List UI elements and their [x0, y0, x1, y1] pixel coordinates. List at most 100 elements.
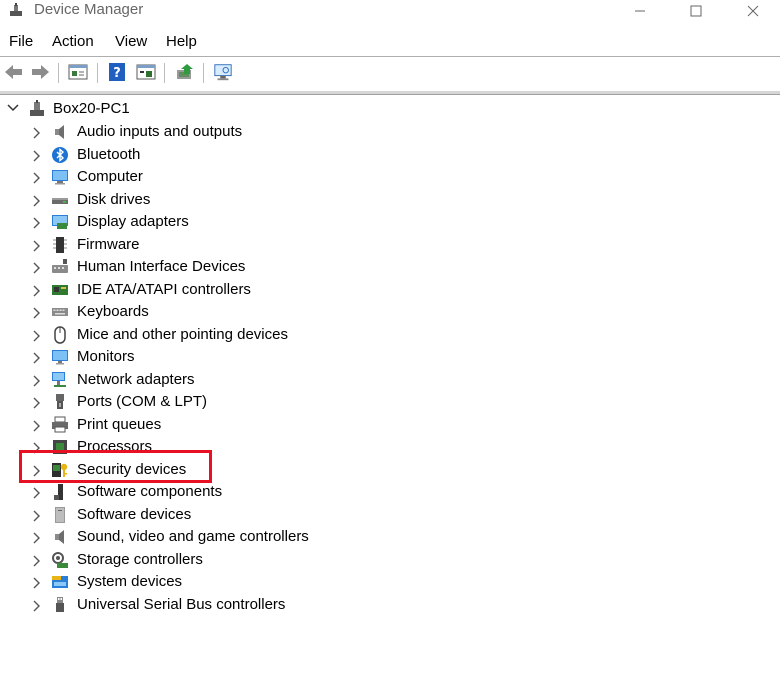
tree-node-human-interface-devices[interactable]: Human Interface Devices [0, 256, 780, 278]
close-button[interactable] [730, 0, 776, 22]
tree-node-label: Display adapters [77, 213, 189, 230]
bluetooth-icon [51, 146, 69, 164]
chevron-right-icon[interactable] [30, 261, 42, 275]
firmware-icon [51, 236, 69, 254]
software-component-icon [51, 483, 69, 501]
device-manager-app-icon [8, 2, 24, 18]
properties-icon[interactable] [68, 62, 88, 82]
port-icon [51, 393, 69, 411]
chevron-right-icon[interactable] [30, 351, 42, 365]
tree-node-universal-serial-bus-controllers[interactable]: Universal Serial Bus controllers [0, 594, 780, 616]
tree-root-label: Box20-PC1 [53, 100, 130, 117]
usb-icon [51, 596, 69, 614]
tree-node-label: Software components [77, 483, 223, 500]
ide-controller-icon [51, 281, 69, 299]
computer-tower-icon [28, 100, 46, 118]
toolbar: ? [0, 58, 780, 90]
chevron-right-icon[interactable] [30, 554, 42, 568]
tree-node-network-adapters[interactable]: Network adapters [0, 369, 780, 391]
menu-file[interactable]: File [9, 33, 33, 50]
scan-hardware-icon[interactable] [213, 62, 233, 82]
help-icon[interactable]: ? [107, 62, 127, 82]
chevron-right-icon[interactable] [30, 486, 42, 500]
network-adapter-icon [51, 371, 69, 389]
menu-help[interactable]: Help [166, 33, 197, 50]
mouse-icon [51, 325, 69, 344]
tree-node-label: Disk drives [77, 190, 151, 208]
chevron-right-icon[interactable] [30, 329, 42, 343]
storage-controller-icon [51, 551, 69, 569]
chevron-down-icon[interactable] [6, 101, 20, 115]
tree-node-label: System devices [77, 573, 183, 590]
toolbar-separator [164, 63, 165, 83]
tree-node-label: Bluetooth [77, 145, 141, 163]
tree-node-label: Universal Serial Bus controllers [77, 595, 286, 613]
tree-node-label: Network adapters [77, 370, 195, 388]
menu-view[interactable]: View [115, 33, 147, 50]
title-bar: Device Manager [0, 0, 780, 24]
chevron-right-icon[interactable] [30, 149, 42, 163]
tree-node-bluetooth[interactable]: Bluetooth [0, 144, 780, 166]
speaker-icon [51, 123, 69, 141]
chevron-right-icon[interactable] [30, 576, 42, 590]
chevron-right-icon[interactable] [30, 171, 42, 185]
tree-node-sound-video-and-game-controllers[interactable]: Sound, video and game controllers [0, 526, 780, 548]
toolbar-separator [58, 63, 59, 83]
tree-node-display-adapters[interactable]: Display adapters [0, 211, 780, 233]
tree-node-keyboards[interactable]: Keyboards [0, 301, 780, 323]
tree-node-mice-and-other-pointing-devices[interactable]: Mice and other pointing devices [0, 324, 780, 346]
tree-node-firmware[interactable]: Firmware [0, 234, 780, 256]
maximize-button[interactable] [673, 0, 719, 22]
tree-node-audio-inputs-and-outputs[interactable]: Audio inputs and outputs [0, 121, 780, 143]
chevron-right-icon[interactable] [30, 216, 42, 230]
chevron-right-icon[interactable] [30, 509, 42, 523]
tree-node-ports-com-lpt[interactable]: Ports (COM & LPT) [0, 391, 780, 413]
display-adapter-icon [51, 213, 69, 231]
forward-icon[interactable] [30, 62, 50, 82]
back-icon[interactable] [4, 62, 24, 82]
toolbar-separator [97, 63, 98, 83]
system-device-icon [51, 573, 69, 591]
chevron-right-icon[interactable] [30, 396, 42, 410]
menu-action[interactable]: Action [52, 33, 94, 50]
sound-controller-icon [51, 528, 69, 546]
tree-node-label: Keyboards [77, 303, 149, 320]
chevron-right-icon[interactable] [30, 531, 42, 545]
tree-node-print-queues[interactable]: Print queues [0, 414, 780, 436]
tree-node-monitors[interactable]: Monitors [0, 346, 780, 368]
tree-node-software-devices[interactable]: Software devices [0, 504, 780, 526]
tree-node-label: Firmware [77, 235, 140, 253]
tree-node-disk-drives[interactable]: Disk drives [0, 189, 780, 211]
toolbar-border [0, 91, 780, 95]
chevron-right-icon[interactable] [30, 194, 42, 208]
tree-node-label: IDE ATA/ATAPI controllers [77, 280, 251, 298]
tree-node-label: Print queues [77, 415, 162, 433]
keyboard-icon [51, 303, 69, 321]
toolbar-separator [203, 63, 204, 83]
chevron-right-icon[interactable] [30, 374, 42, 388]
device-list-icon[interactable] [136, 62, 156, 82]
tree-node-software-components[interactable]: Software components [0, 481, 780, 503]
software-device-icon [51, 506, 69, 524]
disk-drive-icon [51, 191, 69, 209]
minimize-button[interactable] [617, 0, 663, 22]
window-title: Device Manager [34, 1, 144, 18]
tree-node-system-devices[interactable]: System devices [0, 571, 780, 593]
chevron-right-icon[interactable] [30, 126, 42, 140]
tree-root[interactable]: Box20-PC1 [0, 98, 780, 120]
tree-node-ide-ata-atapi-controllers[interactable]: IDE ATA/ATAPI controllers [0, 279, 780, 301]
highlight-annotation [19, 450, 212, 483]
tree-node-label: Audio inputs and outputs [77, 123, 243, 140]
chevron-right-icon[interactable] [30, 239, 42, 253]
tree-node-computer[interactable]: Computer [0, 166, 780, 188]
chevron-right-icon[interactable] [30, 306, 42, 320]
chevron-right-icon[interactable] [30, 284, 42, 298]
update-driver-icon[interactable] [175, 62, 195, 82]
tree-node-label: Storage controllers [77, 550, 203, 568]
tree-node-storage-controllers[interactable]: Storage controllers [0, 549, 780, 571]
chevron-right-icon[interactable] [30, 599, 42, 613]
computer-icon [51, 168, 69, 186]
chevron-right-icon[interactable] [30, 419, 42, 433]
tree-node-label: Software devices [77, 505, 192, 523]
tree-node-label: Computer [77, 168, 143, 185]
